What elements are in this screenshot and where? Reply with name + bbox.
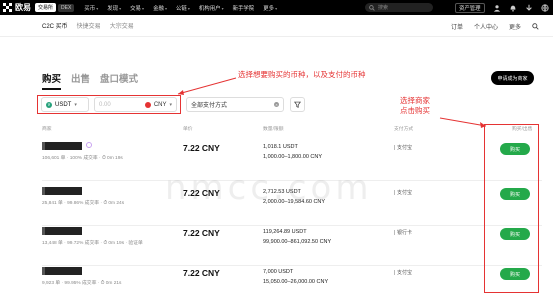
annotation-line-2: 点击购买 <box>400 106 430 115</box>
merchant-stats: 106,601 单 · 100% 成交率 · ⏱ 0m 19s <box>42 156 123 161</box>
nav-item-buy[interactable]: 买币 <box>84 4 98 12</box>
limit-range: 99,900.00–861,092.50 CNY <box>263 239 332 245</box>
amount-placeholder: 0.00 <box>99 101 111 108</box>
globe-icon[interactable] <box>540 3 549 12</box>
orders-link[interactable]: 订单 <box>451 22 463 31</box>
tab-buy[interactable]: 购买 <box>42 71 62 90</box>
payment-method: 银行卡 <box>394 229 412 236</box>
buy-column-highlight-box <box>484 124 539 293</box>
amount-input[interactable]: 0.00 CNY ▾ <box>94 97 177 112</box>
tab-orderbook-mode[interactable]: 盘口模式 <box>100 71 138 90</box>
header-payment: 支付方式 <box>394 127 414 132</box>
exchange-pill[interactable]: 交易所 <box>35 3 57 12</box>
header-price: 单价 <box>183 127 193 132</box>
chevron-down-icon: ▾ <box>169 101 172 108</box>
payment-method-select[interactable]: 全部支付方式 × <box>186 97 284 112</box>
table-row: 13,448 单 · 99.72% 成交率 · ⏱ 0m 19s · 验证单 7… <box>42 221 542 266</box>
tab-c2c[interactable]: C2C 买币 <box>42 21 68 30</box>
nav-item-trade[interactable]: 交易 <box>130 4 144 12</box>
header-merchant: 商家 <box>42 127 52 132</box>
nav-item-more[interactable]: 更多 <box>263 4 277 12</box>
quantity-limit: 1,018.1 USDT 1,000.00–1,800.00 CNY <box>263 142 322 162</box>
tab-quick-trade[interactable]: 快捷交易 <box>77 21 101 30</box>
more-link[interactable]: 更多 <box>509 22 521 31</box>
top-nav: 欧易 交易所 DEX 买币 发现 交易 金融 公链 机构用户 新手学院 更多 搜… <box>0 0 553 15</box>
search-icon[interactable] <box>532 22 539 30</box>
cny-icon <box>144 101 151 108</box>
logo-text: 欧易 <box>15 3 31 12</box>
table-row: 9,923 单 · 99.95% 成交率 · ⏱ 0m 21s 7.22 CNY… <box>42 261 542 293</box>
available-amount: 119,264.89 USDT <box>263 229 307 235</box>
payment-method: 支付宝 <box>394 189 412 196</box>
profile-link[interactable]: 个人中心 <box>474 22 498 31</box>
usdt-icon: ₮ <box>46 101 52 108</box>
annotation-select-merchant: 选择商家 点击购买 <box>400 96 430 116</box>
coin-value: USDT <box>55 101 72 108</box>
tab-block-trade[interactable]: 大宗交易 <box>110 21 134 30</box>
merchant-stats: 25,841 单 · 99.86% 成交率 · ⏱ 0m 24s <box>42 201 125 206</box>
bell-icon[interactable] <box>509 4 517 12</box>
price: 7.22 CNY <box>183 228 220 238</box>
download-icon[interactable] <box>525 4 533 12</box>
quantity-limit: 7,000 USDT 15,050.00–26,000.00 CNY <box>263 267 328 287</box>
user-icon[interactable] <box>493 4 501 12</box>
nav-item-institution[interactable]: 机构用户 <box>199 4 224 12</box>
nav-item-academy[interactable]: 新手学院 <box>233 4 255 12</box>
nav-item-discover[interactable]: 发现 <box>107 4 121 12</box>
search-placeholder: 搜索 <box>378 5 389 11</box>
filter-icon <box>294 101 301 108</box>
merchant-name-redacted[interactable] <box>42 227 82 235</box>
trade-tabs: 购买 出售 盘口模式 <box>42 71 138 90</box>
limit-range: 15,050.00–26,000.00 CNY <box>263 279 329 285</box>
clear-icon[interactable]: × <box>274 102 279 107</box>
payment-method: 支付宝 <box>394 269 412 276</box>
top-right: 资产管理 <box>455 0 549 15</box>
filter-button[interactable] <box>290 97 305 112</box>
logo[interactable]: 欧易 <box>3 2 31 13</box>
payment-value: 全部支付方式 <box>191 103 228 109</box>
currency-value[interactable]: CNY <box>154 102 167 108</box>
watermark: nmcc.com <box>165 168 373 208</box>
header-qty: 数量/限额 <box>263 127 284 132</box>
asset-management-button[interactable]: 资产管理 <box>455 2 485 13</box>
okx-logo-icon <box>3 3 12 12</box>
price: 7.22 CNY <box>183 143 220 153</box>
tab-sell[interactable]: 出售 <box>71 71 90 90</box>
annotation-line-1: 选择商家 <box>400 96 430 105</box>
merchant-stats: 13,448 单 · 99.72% 成交率 · ⏱ 0m 19s · 验证单 <box>42 241 143 246</box>
chevron-down-icon: ▾ <box>74 101 77 108</box>
merchant-name-redacted[interactable] <box>42 142 82 150</box>
merchant-name-redacted[interactable] <box>42 187 82 195</box>
nav-item-chain[interactable]: 公链 <box>176 4 190 12</box>
payment-method: 支付宝 <box>394 144 412 151</box>
apply-merchant-button[interactable]: 申请成为商家 <box>491 71 534 85</box>
available-amount: 1,018.1 USDT <box>263 144 298 150</box>
coin-select[interactable]: ₮ USDT ▾ <box>41 97 89 112</box>
merchant-name-redacted[interactable] <box>42 267 82 275</box>
available-amount: 7,000 USDT <box>263 269 294 275</box>
annotation-select-currency: 选择想要购买的币种，以及支付的币种 <box>238 70 366 79</box>
search-input[interactable]: 搜索 <box>365 3 433 12</box>
quantity-limit: 119,264.89 USDT 99,900.00–861,092.50 CNY <box>263 227 331 247</box>
search-icon <box>369 4 375 11</box>
sub-nav: C2C 买币 快捷交易 大宗交易 订单 个人中心 更多 <box>0 15 553 37</box>
dex-pill[interactable]: DEX <box>58 3 75 12</box>
nav-item-finance[interactable]: 金融 <box>153 4 167 12</box>
limit-range: 1,000.00–1,800.00 CNY <box>263 154 323 160</box>
nav-menu: 买币 发现 交易 金融 公链 机构用户 新手学院 更多 <box>84 4 277 12</box>
price: 7.22 CNY <box>183 268 220 278</box>
merchant-stats: 9,923 单 · 99.95% 成交率 · ⏱ 0m 21s <box>42 281 122 286</box>
merchant-badge-icon <box>86 142 92 148</box>
